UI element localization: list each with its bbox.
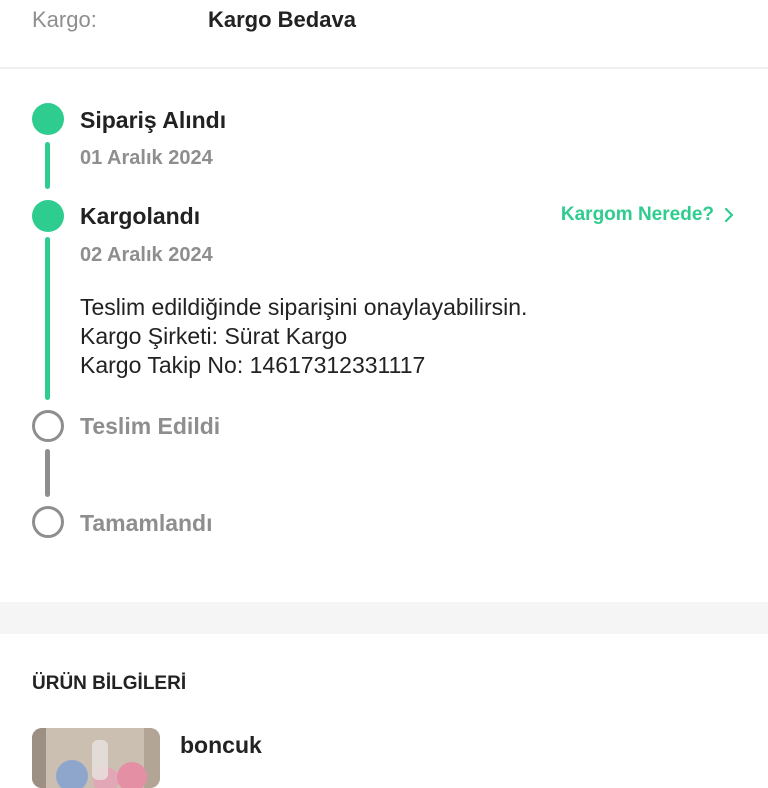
tracking-number-text: Kargo Takip No: 14617312331117 xyxy=(80,352,426,378)
where-is-my-cargo-label: Kargom Nerede? xyxy=(560,204,714,225)
step-pending-dot xyxy=(32,506,64,538)
product-section-title: ÜRÜN BİLGİLERİ xyxy=(32,673,187,694)
shipping-label: Kargo: xyxy=(32,7,97,32)
chevron-right-icon xyxy=(724,207,734,223)
product-info-section: ÜRÜN BİLGİLERİ boncuk xyxy=(0,634,768,788)
step-title-order-received: Sipariş Alındı xyxy=(80,107,227,133)
step-title-completed: Tamamlandı xyxy=(80,510,213,536)
shipping-info-row: Kargo: Kargo Bedava xyxy=(0,0,768,68)
shipping-value: Kargo Bedava xyxy=(208,7,356,32)
timeline-connector xyxy=(45,449,50,497)
step-title-delivered: Teslim Edildi xyxy=(80,413,221,439)
section-divider xyxy=(0,602,768,634)
timeline-connector xyxy=(45,142,50,189)
where-is-my-cargo-link[interactable]: Kargom Nerede? xyxy=(561,204,736,226)
step-date-shipped: 02 Aralık 2024 xyxy=(80,244,213,266)
step-title-shipped: Kargolandı xyxy=(80,203,201,229)
shipment-details: Teslim edildiğinde siparişini onaylayabi… xyxy=(80,293,527,380)
confirm-info-text: Teslim edildiğinde siparişini onaylayabi… xyxy=(80,294,528,320)
step-completed-dot xyxy=(32,103,64,135)
product-image xyxy=(32,728,160,788)
step-pending-dot xyxy=(32,410,64,442)
timeline-connector xyxy=(45,237,50,400)
step-completed-dot xyxy=(32,200,64,232)
order-status-timeline: Sipariş Alındı 01 Aralık 2024 Kargolandı… xyxy=(0,69,768,602)
cargo-company-text: Kargo Şirketi: Sürat Kargo xyxy=(80,323,348,349)
product-name[interactable]: boncuk xyxy=(180,732,262,759)
product-thumbnail[interactable] xyxy=(32,728,160,788)
step-date-order-received: 01 Aralık 2024 xyxy=(80,147,213,169)
